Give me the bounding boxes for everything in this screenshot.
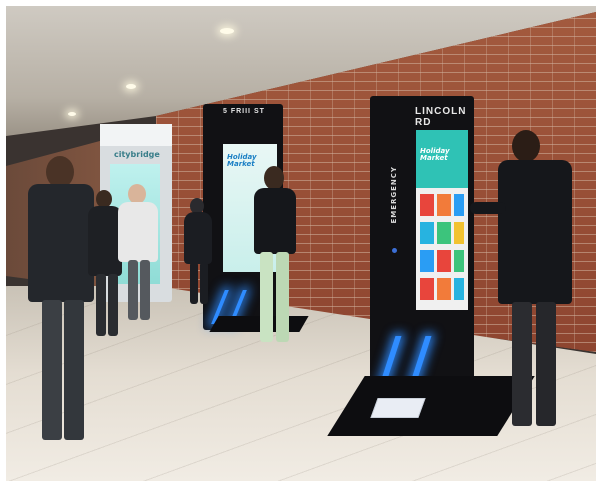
- front-kiosk-camera: [392, 248, 397, 253]
- person-head: [512, 130, 540, 162]
- middle-screen-title: Holiday Market: [227, 153, 257, 168]
- photo-frame: citybridge 5 FRIII ST Holiday Market LIN…: [6, 6, 596, 481]
- person-torso: [184, 212, 212, 264]
- person-torso: [88, 206, 122, 276]
- person-leg: [536, 302, 556, 426]
- front-screen-title: Holiday Market: [420, 147, 450, 162]
- person-leg: [200, 262, 208, 304]
- app-tile[interactable]: [420, 278, 434, 300]
- far-kiosk-top: [100, 124, 172, 146]
- ceiling-light: [220, 28, 234, 34]
- app-tile[interactable]: [437, 250, 451, 272]
- middle-kiosk-base-mat: [209, 316, 309, 332]
- ceiling-light: [68, 112, 76, 116]
- person-torso: [498, 160, 572, 304]
- front-kiosk-screen[interactable]: Holiday Market: [416, 130, 468, 310]
- app-tile[interactable]: [454, 194, 464, 216]
- person-leg: [140, 260, 150, 320]
- person-leg: [190, 262, 198, 304]
- app-tile[interactable]: [420, 250, 434, 272]
- app-tile[interactable]: [437, 278, 451, 300]
- person-leg: [96, 274, 106, 336]
- person-head: [264, 166, 284, 190]
- app-tile[interactable]: [420, 194, 434, 216]
- person-leg: [108, 274, 118, 336]
- person-leg: [512, 302, 532, 426]
- middle-kiosk-header: 5 FRIII ST: [223, 108, 265, 115]
- front-kiosk-header: LINCOLN RD: [415, 106, 467, 128]
- person-torso: [28, 184, 94, 302]
- person-leg: [42, 300, 62, 440]
- person-leg: [64, 300, 84, 440]
- person-arm: [470, 202, 506, 214]
- app-tile[interactable]: [420, 222, 434, 244]
- person-torso: [254, 188, 296, 254]
- app-tile[interactable]: [437, 194, 451, 216]
- app-tile[interactable]: [437, 222, 451, 244]
- app-tile[interactable]: [454, 250, 464, 272]
- app-tile[interactable]: [454, 278, 464, 300]
- ceiling-light: [126, 84, 136, 89]
- far-kiosk-brand: citybridge: [114, 150, 160, 159]
- front-kiosk: LINCOLN RD EMERGENCY Holiday Market: [370, 96, 474, 386]
- front-kiosk-side-label: EMERGENCY: [390, 166, 398, 224]
- person-leg: [260, 252, 273, 342]
- person-leg: [276, 252, 289, 342]
- app-tile[interactable]: [454, 222, 464, 244]
- person-torso: [118, 202, 158, 262]
- floor-placard: [370, 398, 426, 418]
- person-leg: [128, 260, 138, 320]
- person-head: [128, 184, 146, 204]
